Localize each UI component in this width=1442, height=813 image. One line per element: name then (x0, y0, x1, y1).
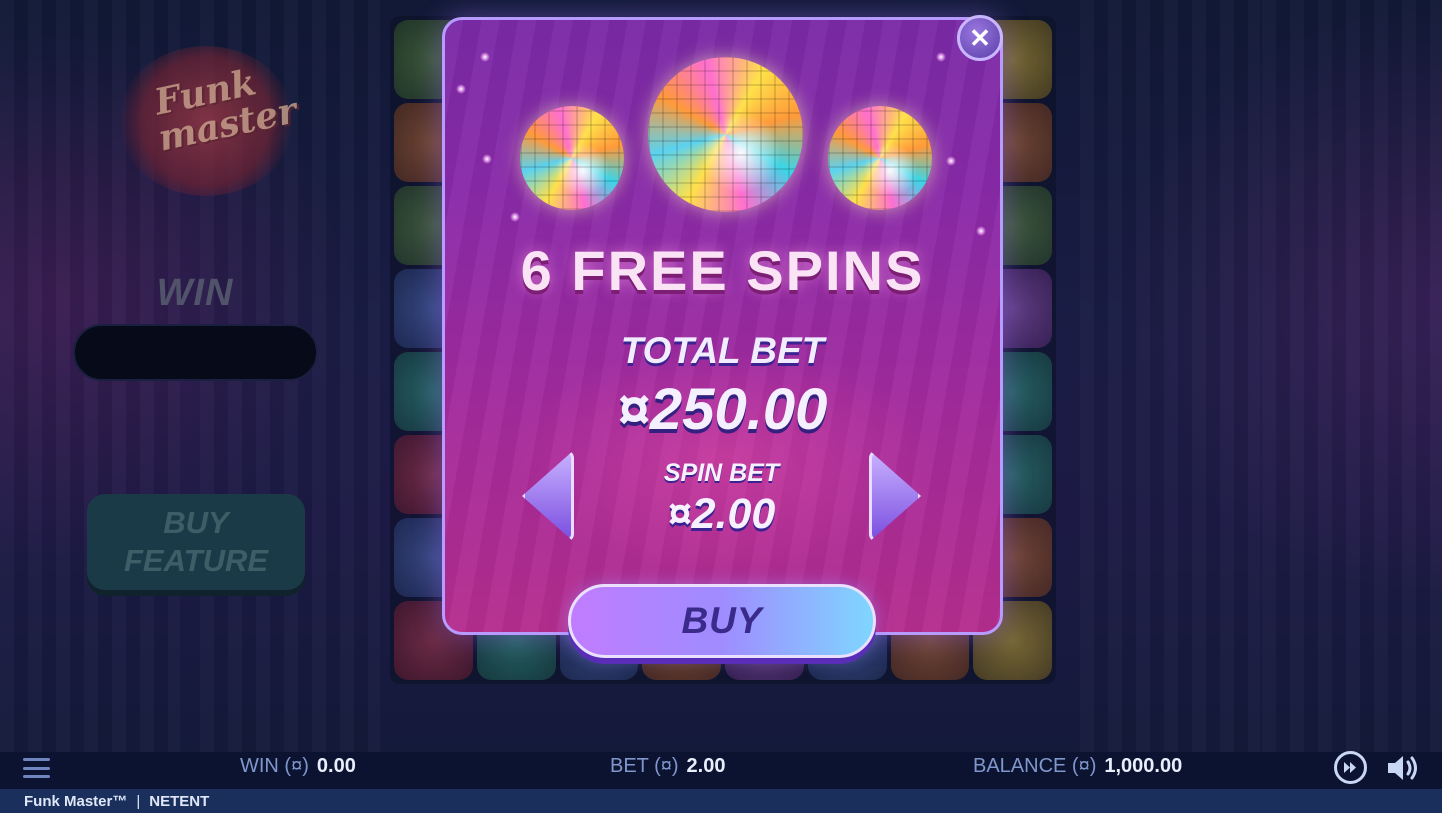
status-balance-label: BALANCE (¤) (973, 755, 1097, 777)
disco-ball-right (828, 106, 932, 210)
disco-ball-left (520, 106, 624, 210)
sparkle (976, 226, 986, 236)
sparkle (946, 156, 956, 166)
buy-feature-button[interactable]: BUY FEATURE (87, 494, 305, 590)
status-balance: BALANCE (¤) 1,000.00 (973, 755, 1182, 778)
sparkle (510, 212, 520, 222)
bg-stripes-right-2 (1262, 0, 1442, 752)
buy-button-label: BUY (681, 600, 763, 641)
status-win-label: WIN (¤) (240, 755, 309, 777)
close-button[interactable]: ✕ (957, 15, 1003, 61)
buy-feature-label-1: BUY (163, 505, 229, 540)
win-display (73, 324, 318, 381)
sparkle (936, 52, 946, 62)
sparkle (482, 154, 492, 164)
buy-feature-label-2: FEATURE (123, 543, 269, 578)
footer-bar: Funk Master™ | NETENT (0, 789, 1442, 813)
sound-icon[interactable] (1385, 752, 1421, 784)
disco-ball-center (648, 57, 803, 212)
close-icon: ✕ (969, 23, 991, 53)
win-title: WIN (156, 272, 234, 314)
sparkle (480, 52, 490, 62)
footer-game-name: Funk Master™ (24, 792, 128, 810)
menu-icon[interactable] (23, 758, 50, 778)
fast-forward-icon[interactable] (1334, 751, 1367, 784)
fast-forward-glyph (1344, 762, 1356, 773)
spin-bet-value: ¤2.00 (667, 490, 776, 538)
footer-separator: | (136, 792, 141, 810)
status-balance-value: 1,000.00 (1104, 755, 1183, 777)
status-bet-value: 2.00 (686, 755, 726, 777)
footer-provider: NETENT (149, 792, 210, 810)
status-win: WIN (¤) 0.00 (240, 755, 356, 778)
total-bet-label: TOTAL BET (620, 330, 825, 371)
sparkle (456, 84, 466, 94)
buy-button[interactable]: BUY (568, 584, 876, 658)
status-bet: BET (¤) 2.00 (610, 755, 725, 778)
free-spins-title: 6 FREE SPINS (520, 239, 925, 302)
bg-stripes-right (1080, 0, 1260, 752)
total-bet-value: ¤250.00 (617, 377, 828, 442)
spin-bet-label: SPIN BET (663, 459, 780, 487)
status-bet-label: BET (¤) (610, 755, 679, 777)
status-win-value: 0.00 (316, 755, 356, 777)
